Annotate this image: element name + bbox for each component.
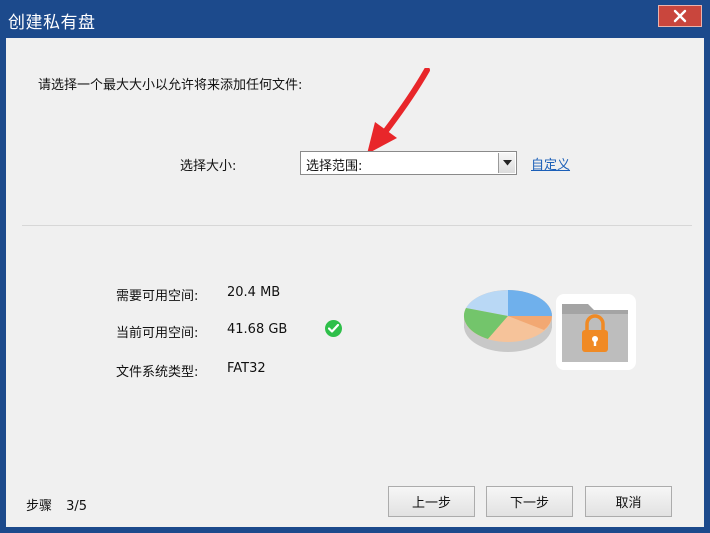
window-title: 创建私有盘 (8, 13, 96, 33)
title-bar[interactable]: 创建私有盘 (0, 0, 710, 38)
step-indicator: 步骤 3/5 (26, 495, 87, 514)
dialog-body: 请选择一个最大大小以允许将来添加任何文件: 选择大小: 选择范围: 自定义 需要… (6, 38, 704, 527)
instruction-text: 请选择一个最大大小以允许将来添加任何文件: (38, 78, 303, 93)
close-button[interactable] (658, 5, 702, 27)
next-step-button[interactable]: 下一步 (486, 486, 573, 517)
create-private-disk-dialog: 创建私有盘 请选择一个最大大小以允许将来添加任何文件: 选择大小: 选择范围: … (0, 0, 710, 533)
previous-step-button[interactable]: 上一步 (388, 486, 475, 517)
available-space-value: 41.68 GB (227, 322, 288, 337)
custom-size-link[interactable]: 自定义 (531, 154, 570, 173)
available-space-label: 当前可用空间: (116, 326, 199, 341)
filesystem-label: 文件系统类型: (116, 365, 199, 380)
size-select-value: 选择范围: (306, 159, 363, 174)
red-arrow-icon (367, 68, 430, 154)
size-select-dropdown-button[interactable] (498, 153, 515, 173)
divider (22, 225, 692, 226)
check-icon (325, 320, 342, 337)
close-icon (673, 9, 687, 23)
step-value: 3/5 (66, 499, 88, 514)
private-disk-illustration-icon (463, 289, 636, 370)
required-space-value: 20.4 MB (227, 285, 281, 300)
size-select[interactable]: 选择范围: (300, 151, 517, 175)
required-space-label: 需要可用空间: (116, 289, 199, 304)
size-label: 选择大小: (180, 159, 237, 174)
step-label: 步骤 (26, 499, 53, 514)
chevron-down-icon (502, 160, 512, 166)
filesystem-value: FAT32 (227, 361, 266, 376)
cancel-button[interactable]: 取消 (585, 486, 672, 517)
